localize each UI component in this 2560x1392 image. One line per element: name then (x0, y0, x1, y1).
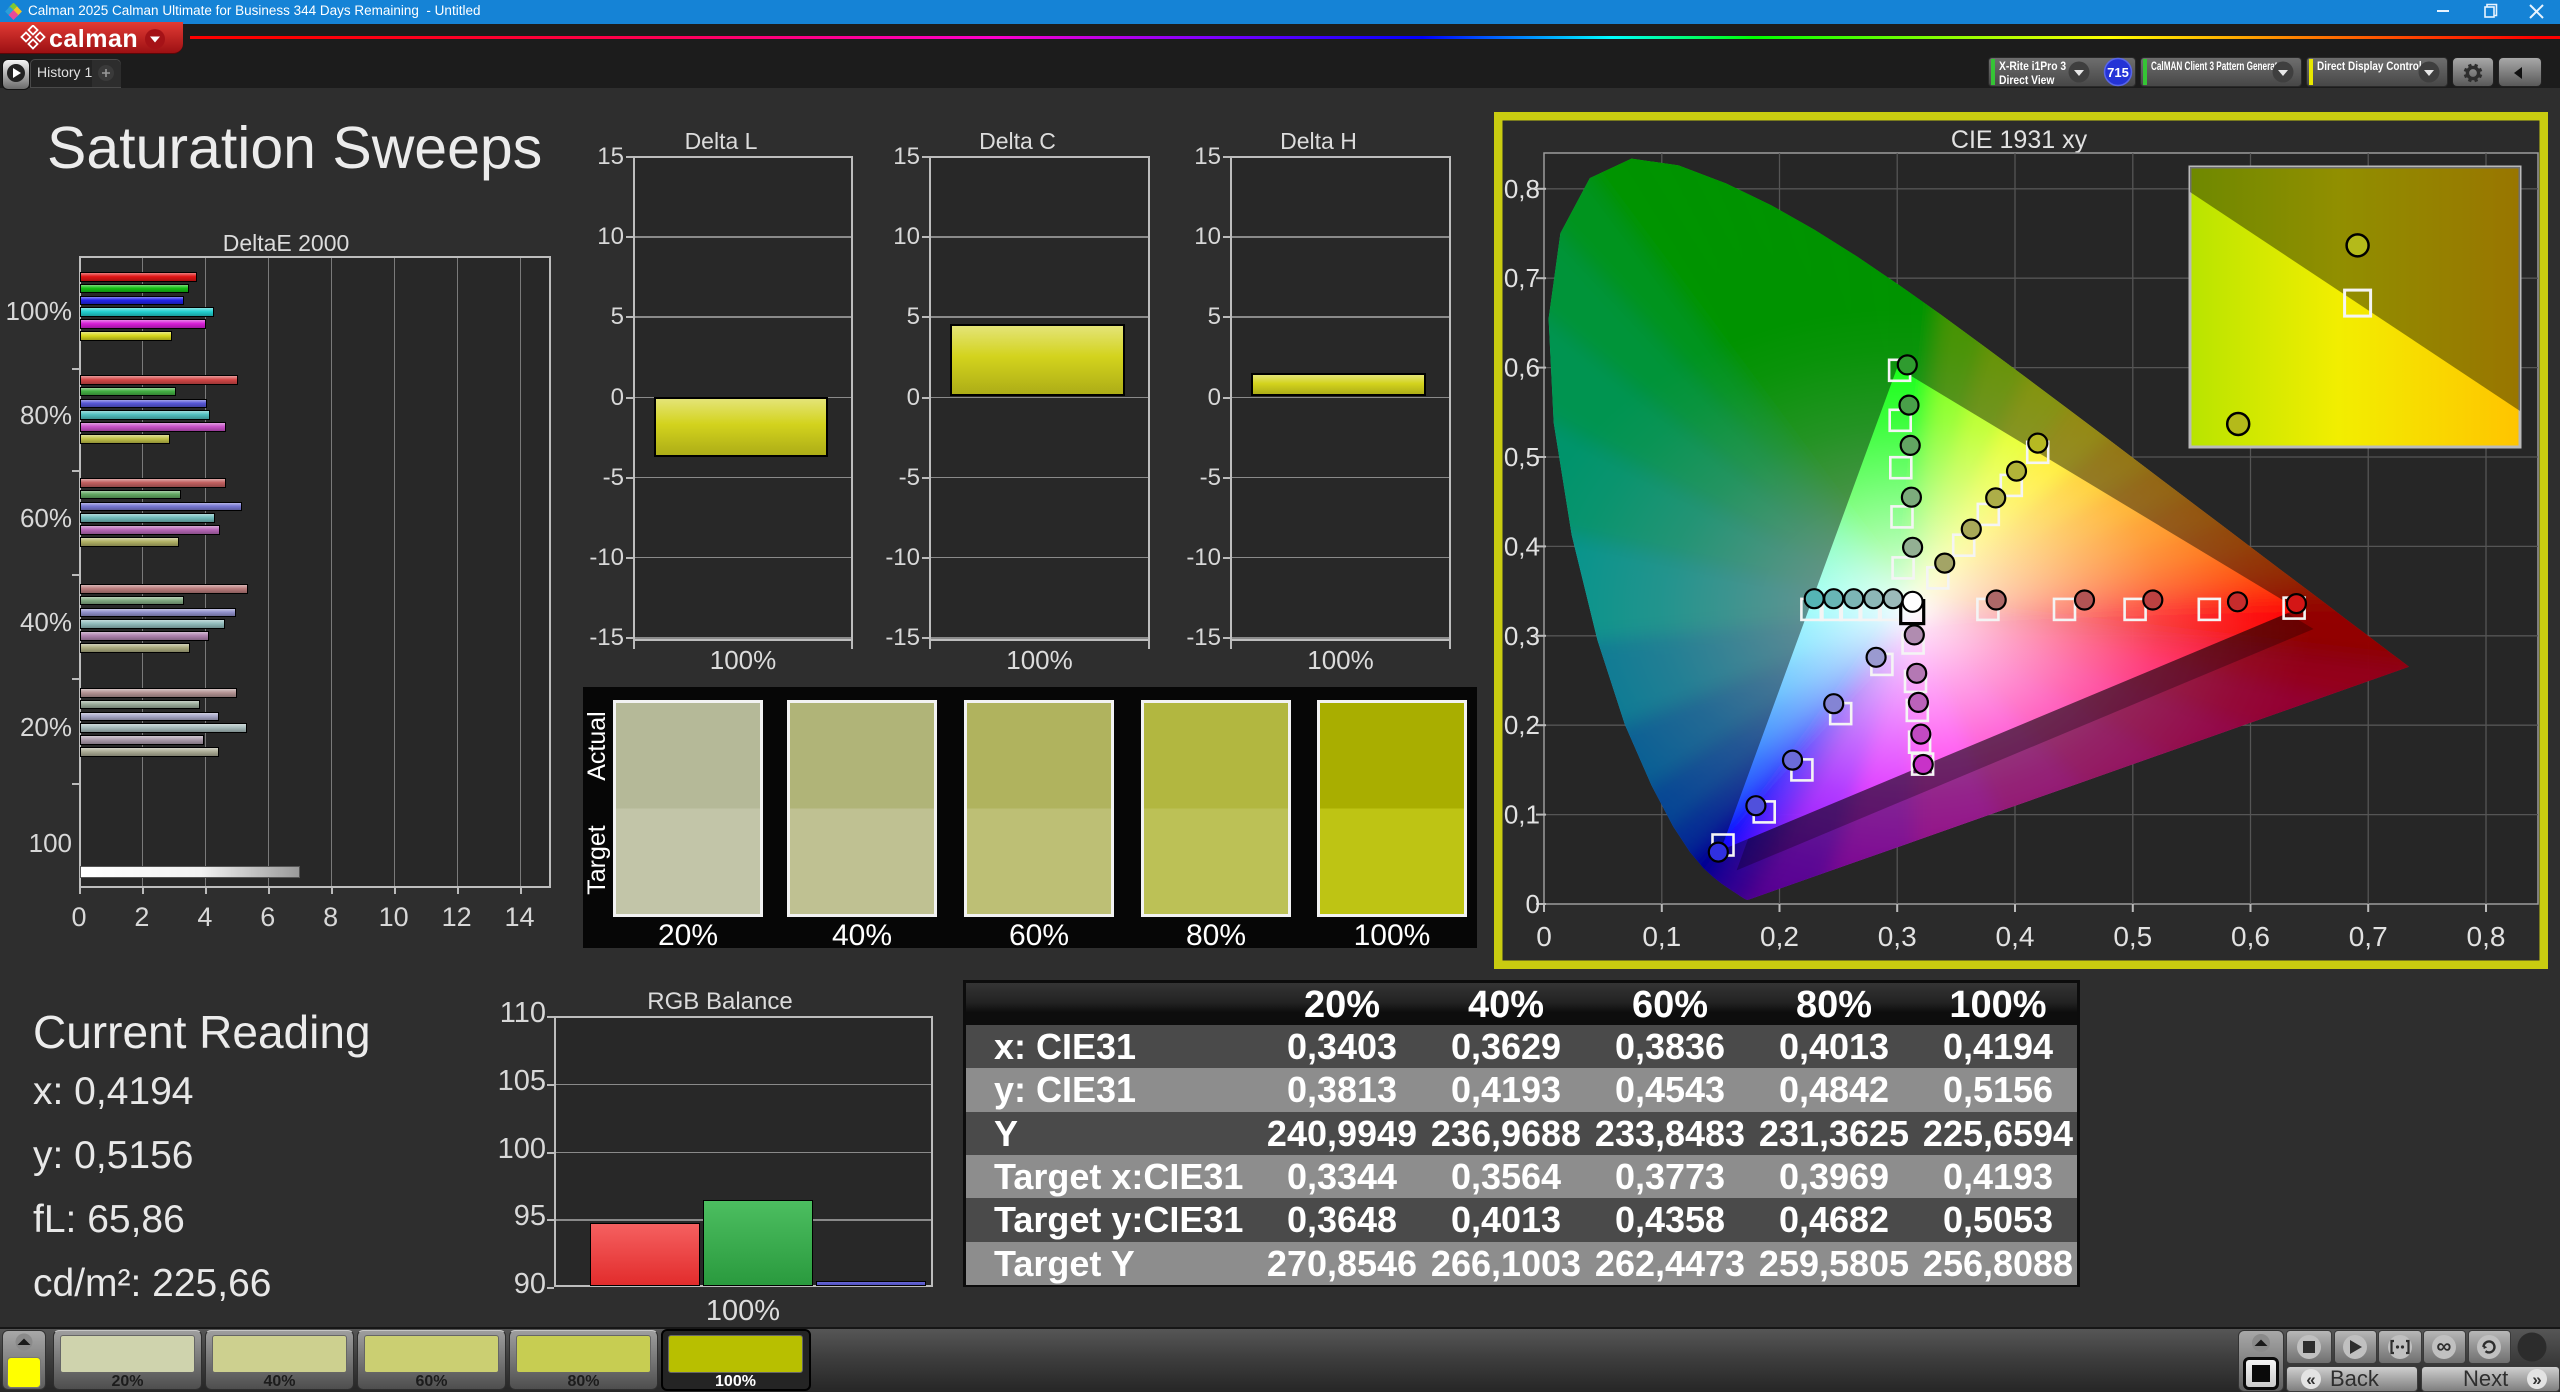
svg-text:0,7: 0,7 (1504, 263, 1540, 293)
svg-text:0,4: 0,4 (1996, 921, 2035, 952)
svg-text:0,1: 0,1 (1504, 800, 1540, 830)
svg-text:0,6: 0,6 (2231, 921, 2270, 952)
svg-text:0,7: 0,7 (2349, 921, 2388, 952)
svg-text:0,3: 0,3 (1504, 621, 1540, 651)
svg-text:0: 0 (1526, 889, 1540, 919)
svg-text:0,3: 0,3 (1878, 921, 1917, 952)
svg-text:»: » (2532, 1370, 2541, 1389)
svg-text:«: « (2306, 1370, 2315, 1389)
svg-text:0,8: 0,8 (1504, 174, 1540, 204)
svg-text:0,1: 0,1 (1642, 921, 1681, 952)
svg-text:∞: ∞ (2437, 1335, 2452, 1358)
svg-text:0,8: 0,8 (2467, 921, 2506, 952)
svg-text:0,2: 0,2 (1760, 921, 1799, 952)
svg-text:715: 715 (2107, 65, 2129, 80)
svg-text:0,5: 0,5 (2113, 921, 2152, 952)
svg-text:0,5: 0,5 (1504, 442, 1540, 472)
svg-text:CIE 1931 xy: CIE 1931 xy (1951, 126, 2088, 154)
svg-text:0,2: 0,2 (1504, 710, 1540, 740)
svg-text:0: 0 (1536, 921, 1552, 952)
svg-text:0,4: 0,4 (1504, 531, 1540, 561)
svg-text:0,6: 0,6 (1504, 353, 1540, 383)
